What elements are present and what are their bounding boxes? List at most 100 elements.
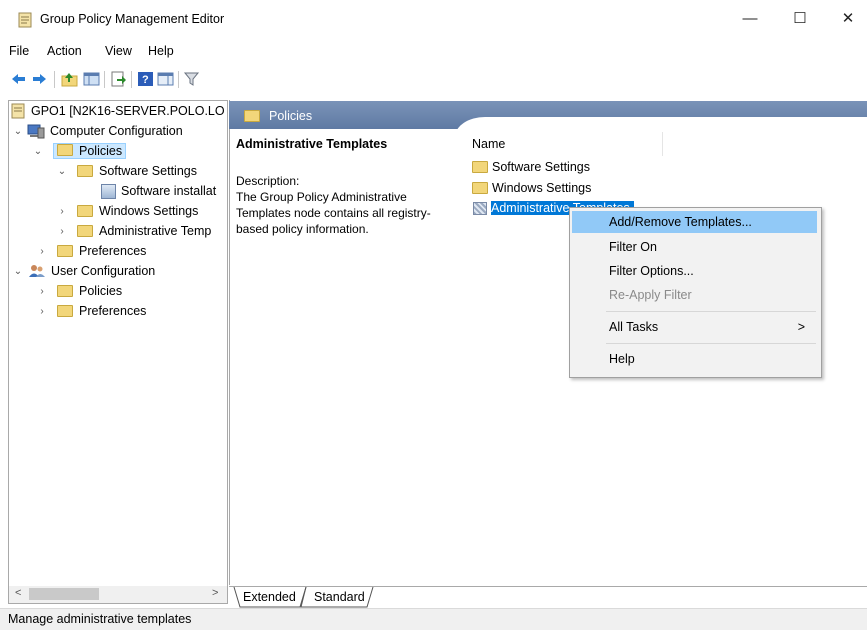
chevron-right-icon[interactable]: › (57, 226, 67, 237)
menu-separator (606, 311, 816, 312)
toolbar-separator (104, 71, 105, 88)
column-separator[interactable] (662, 132, 663, 156)
scrollbar-thumb[interactable] (29, 588, 99, 600)
menu-separator (606, 343, 816, 344)
menu-item-filter-on[interactable]: Filter On (572, 236, 817, 258)
software-installation-icon (101, 183, 116, 199)
computer-icon (27, 124, 45, 139)
tab-standard[interactable]: Standard (314, 590, 365, 604)
forward-arrow-icon[interactable] (31, 71, 48, 87)
toolbar-separator (178, 71, 179, 88)
up-folder-icon[interactable] (61, 71, 78, 87)
menu-item-label: Help (609, 352, 635, 366)
svg-text:?: ? (142, 74, 149, 86)
folder-icon (57, 305, 73, 317)
back-arrow-icon[interactable] (10, 71, 27, 87)
folder-icon (244, 110, 260, 122)
help-icon[interactable]: ? (137, 71, 154, 87)
chevron-down-icon[interactable]: ⌄ (13, 126, 23, 137)
details-header-title: Policies (269, 109, 313, 123)
tree-item-administrative-templates[interactable]: › Administrative Temp (57, 221, 211, 241)
status-text: Manage administrative templates (8, 612, 192, 626)
description-label: Description: (236, 174, 300, 188)
tree-item-label: Computer Configuration (50, 124, 183, 138)
menu-item-label: Re-Apply Filter (609, 288, 692, 302)
folder-icon (472, 161, 488, 173)
list-item-software-settings[interactable]: Software Settings (470, 157, 590, 177)
menu-item-label: Add/Remove Templates... (609, 215, 752, 229)
export-list-icon[interactable] (110, 71, 127, 87)
menu-item-add-remove-templates[interactable]: Add/Remove Templates... (572, 211, 817, 233)
tree-item-label: Preferences (79, 244, 147, 258)
action-pane-icon[interactable] (157, 71, 174, 87)
tree-item-label: Windows Settings (99, 204, 199, 218)
menu-item-all-tasks[interactable]: All Tasks > (572, 316, 817, 338)
users-icon (29, 265, 45, 277)
console-tree: GPO1 [N2K16-SERVER.POLO.LO ⌄ Computer Co… (8, 100, 228, 588)
menu-bar: File Action View Help (0, 44, 867, 64)
menu-item-label: Filter On (609, 240, 657, 254)
menu-help[interactable]: Help (148, 44, 174, 58)
tree-item-user-preferences[interactable]: › Preferences (37, 301, 146, 321)
list-item-label: Windows Settings (492, 181, 592, 195)
tab-extended[interactable]: Extended (243, 590, 296, 604)
tree-item-software-installation[interactable]: Software installat (101, 181, 216, 201)
gpo-icon (11, 103, 25, 119)
folder-icon (77, 205, 93, 217)
description-text: The Group Policy Administrative Template… (236, 190, 431, 236)
column-header-name[interactable]: Name (472, 137, 505, 151)
minimize-button[interactable]: — (727, 0, 773, 36)
tree-item-preferences[interactable]: › Preferences (37, 241, 146, 261)
tree-horizontal-scrollbar[interactable]: < > (8, 586, 228, 604)
toolbar: ? (0, 68, 867, 92)
context-menu: Add/Remove Templates... Filter On Filter… (569, 207, 822, 378)
chevron-down-icon[interactable]: ⌄ (57, 166, 67, 177)
toolbar-separator (131, 71, 132, 88)
tree-selection: Policies (53, 143, 127, 159)
submenu-arrow-icon: > (797, 320, 805, 334)
tree-item-label: Policies (79, 144, 123, 158)
tree-item-software-settings[interactable]: ⌄ Software Settings (57, 161, 197, 181)
folder-icon (57, 144, 73, 156)
list-item-windows-settings[interactable]: Windows Settings (470, 178, 591, 198)
chevron-right-icon[interactable]: › (37, 246, 47, 257)
selected-item-title: Administrative Templates (236, 137, 388, 151)
menu-file[interactable]: File (9, 44, 29, 58)
filter-icon[interactable] (183, 71, 200, 87)
chevron-down-icon[interactable]: ⌄ (13, 266, 23, 277)
toolbar-separator (54, 71, 55, 88)
folder-icon (57, 285, 73, 297)
show-hide-tree-icon[interactable] (83, 71, 100, 87)
tree-item-label: Policies (79, 284, 123, 298)
list-item-label: Software Settings (492, 160, 590, 174)
chevron-right-icon[interactable]: › (37, 306, 47, 317)
header-curve (455, 117, 867, 147)
folder-icon (77, 225, 93, 237)
menu-item-label: All Tasks (609, 320, 659, 334)
tree-item-label: GPO1 [N2K16-SERVER.POLO.LO (31, 104, 225, 118)
menu-item-filter-options[interactable]: Filter Options... (572, 260, 817, 282)
menu-item-help[interactable]: Help (572, 348, 817, 370)
scroll-left-icon[interactable]: < (15, 587, 21, 599)
menu-action[interactable]: Action (47, 44, 82, 58)
chevron-right-icon[interactable]: › (37, 286, 47, 297)
folder-icon (77, 165, 93, 177)
tree-item-label: User Configuration (51, 264, 156, 278)
tree-item-user-policies[interactable]: › Policies (37, 281, 122, 301)
close-button[interactable]: ✕ (825, 0, 867, 36)
scroll-right-icon[interactable]: > (212, 587, 218, 599)
tree-item-label: Software installat (121, 184, 217, 198)
tree-item-policies[interactable]: ⌄ Policies (33, 141, 127, 161)
tree-item-user-configuration[interactable]: ⌄ User Configuration (13, 261, 155, 281)
tree-item-windows-settings[interactable]: › Windows Settings (57, 201, 198, 221)
tree-item-label: Preferences (79, 304, 147, 318)
tree-item-computer-configuration[interactable]: ⌄ Computer Configuration (13, 121, 183, 141)
chevron-right-icon[interactable]: › (57, 206, 67, 217)
maximize-button[interactable]: ☐ (777, 0, 823, 36)
menu-view[interactable]: View (105, 44, 132, 58)
view-tabs: Extended Standard (229, 586, 867, 609)
tree-item-gpo1[interactable]: GPO1 [N2K16-SERVER.POLO.LO (11, 101, 225, 121)
chevron-down-icon[interactable]: ⌄ (33, 146, 43, 157)
administrative-templates-icon (473, 201, 487, 215)
tree-item-label: Administrative Temp (99, 224, 212, 238)
